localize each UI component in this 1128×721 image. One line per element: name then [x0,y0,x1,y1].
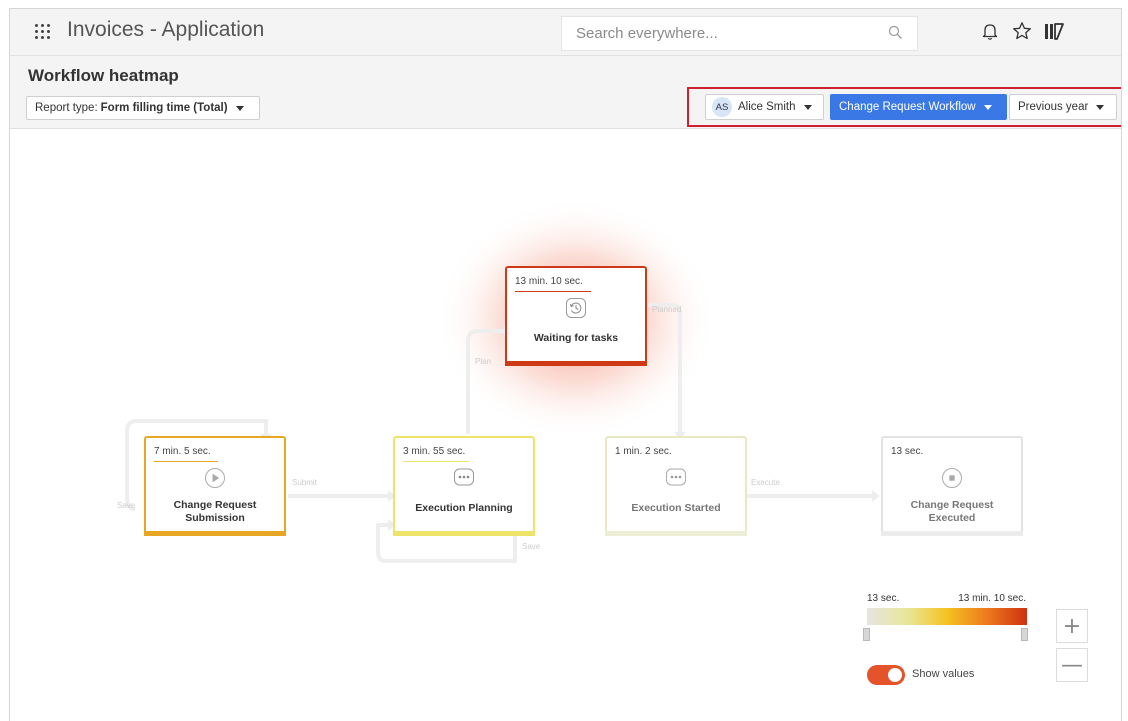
app-window: Invoices - Application Workflow heatmap … [9,8,1122,721]
node-label: Execution Planning [415,502,513,514]
node-execution-started[interactable]: 1 min. 2 sec. Execution Started [605,436,747,536]
edge-label-planned: Planned [652,305,682,314]
node-change-request-submission[interactable]: 7 min. 5 sec. Change Request Submission [144,436,286,536]
top-bar: Invoices - Application [10,9,1121,56]
edge-label-submit: Submit [292,478,317,487]
chevron-down-icon [803,104,812,110]
toggle-knob [888,668,902,682]
show-values-toggle[interactable] [867,665,905,685]
heatmap-canvas[interactable]: Submit Plan Planned Execute Save Save 7 … [10,129,1121,721]
legend-min-handle[interactable] [863,628,870,641]
chevron-down-icon [235,105,244,111]
chevron-down-icon [983,104,992,110]
node-time: 13 sec. [891,446,924,457]
legend-max-handle[interactable] [1021,628,1028,641]
layout-panel-icon[interactable] [1044,22,1064,41]
legend-gradient [867,608,1027,625]
ellipsis-icon [666,468,686,486]
report-type-value: Form filling time (Total) [100,102,228,114]
ellipsis-icon [454,468,474,486]
legend-min-label: 13 sec. [867,593,900,604]
node-time: 1 min. 2 sec. [615,446,672,457]
report-type-label: Report type: [35,102,98,114]
zoom-out-button[interactable]: — [1056,648,1088,682]
play-icon [205,468,225,488]
node-label: Execution Started [631,502,721,514]
node-waiting-for-tasks[interactable]: 13 min. 10 sec. Waiting for tasks [505,266,647,366]
user-name: Alice Smith [738,101,796,113]
user-filter-dropdown[interactable]: AS Alice Smith [705,94,824,120]
bell-icon[interactable] [982,22,998,41]
zoom-in-button[interactable]: + [1056,609,1088,643]
node-label: Change Request Executed [910,499,994,524]
stop-icon [942,468,962,488]
node-label: Waiting for tasks [533,332,619,344]
search-input[interactable] [574,24,878,43]
node-execution-planning[interactable]: 3 min. 55 sec. Execution Planning [393,436,535,536]
node-time: 3 min. 55 sec. [403,446,466,457]
chevron-down-icon [1096,104,1105,110]
node-time: 13 min. 10 sec. [515,276,583,287]
period-value: Previous year [1018,101,1089,113]
search-box[interactable] [561,16,918,51]
edge-label-save: Save [522,542,541,551]
show-values-label: Show values [912,668,975,680]
app-title: Invoices - Application [67,18,265,41]
app-launcher-icon[interactable] [33,22,53,42]
period-dropdown[interactable]: Previous year [1009,94,1117,120]
workflow-name: Change Request Workflow [839,101,976,113]
edge-label-save-self: Save [117,501,136,510]
avatar: AS [712,97,732,117]
history-icon [566,298,586,318]
node-change-request-executed[interactable]: 13 sec. Change Request Executed [881,436,1023,536]
node-time: 7 min. 5 sec. [154,446,211,457]
search-icon[interactable] [888,25,903,40]
workflow-dropdown[interactable]: Change Request Workflow [830,94,1007,120]
edge-label-execute: Execute [751,478,780,487]
workflow-edges [125,199,880,563]
report-type-dropdown[interactable]: Report type: Form filling time (Total) [26,96,260,120]
page-title: Workflow heatmap [28,66,179,85]
node-label: Change Request Submission [173,499,257,524]
star-icon[interactable] [1012,21,1032,41]
page-header: Workflow heatmap Report type: Form filli… [10,56,1121,129]
edge-label-plan: Plan [475,357,492,366]
legend-max-label: 13 min. 10 sec. [958,593,1026,604]
